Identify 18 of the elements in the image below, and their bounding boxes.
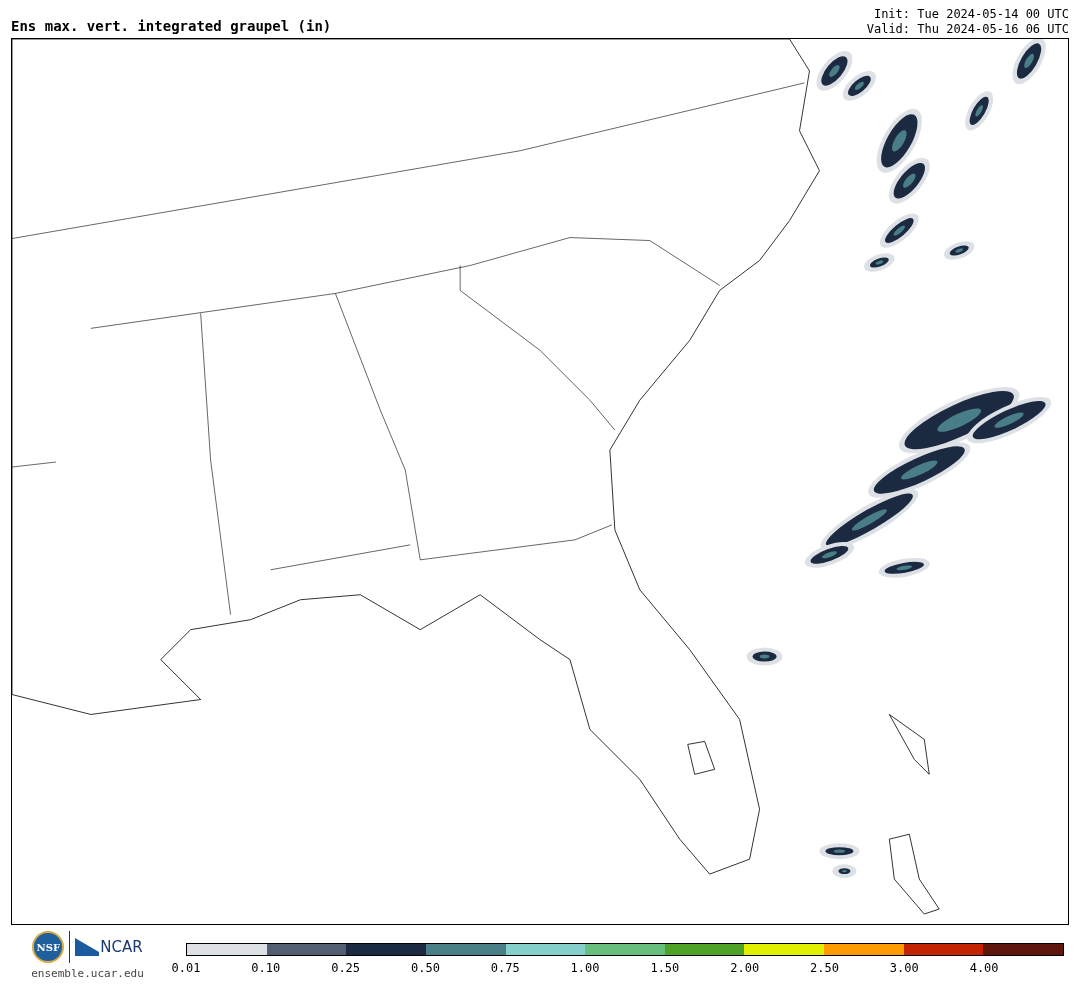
site-url: ensemble.ucar.edu [31, 967, 144, 980]
nsf-logo: NSF [32, 931, 65, 963]
scale-label: 0.01 [171, 961, 201, 975]
scale-label: 2.00 [730, 961, 760, 975]
scale-label: 0.25 [331, 961, 361, 975]
chart-title: Ens max. vert. integrated graupel (in) [11, 18, 332, 36]
scale-label: 2.50 [810, 961, 839, 975]
ncar-logo: NCAR [100, 938, 143, 956]
scale-label: 1.00 [570, 961, 600, 975]
scale-label: 3.00 [889, 961, 919, 975]
scale-label: 4.00 [969, 961, 999, 975]
scale-label: 0.75 [490, 961, 520, 975]
valid-time: Valid: Thu 2024-05-16 06 UTC [866, 22, 1069, 37]
scale-label: 1.50 [650, 961, 680, 975]
scale-label: 0.10 [251, 961, 281, 975]
init-time: Init: Tue 2024-05-14 00 UTC [873, 7, 1069, 22]
wing-logo-icon [75, 938, 100, 956]
scale-label: 0.50 [411, 961, 440, 975]
